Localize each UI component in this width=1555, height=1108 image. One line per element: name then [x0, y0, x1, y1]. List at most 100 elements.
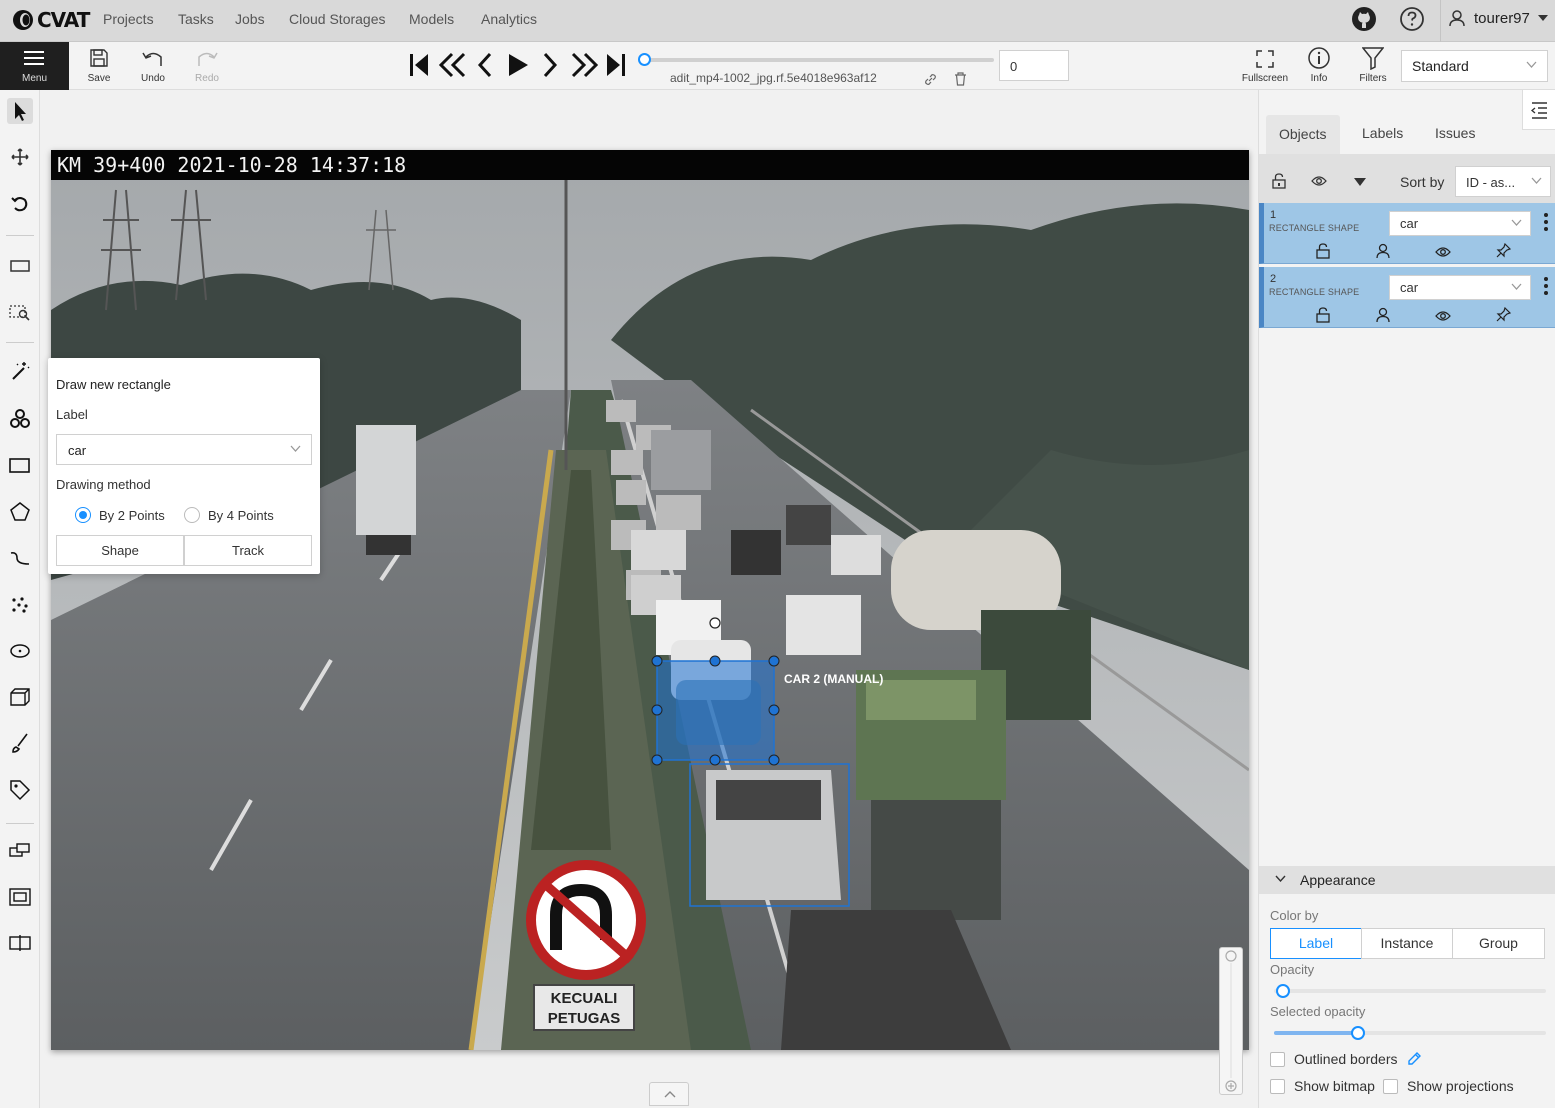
- eye-all-icon[interactable]: [1311, 175, 1327, 187]
- collapse-all-icon[interactable]: [1354, 178, 1366, 186]
- object-card-1[interactable]: 1 RECTANGLE SHAPE car: [1259, 203, 1555, 264]
- draw-rectangle-tool[interactable]: [7, 453, 33, 479]
- occluded-icon[interactable]: [1376, 243, 1390, 259]
- copy-link-icon[interactable]: [924, 73, 937, 86]
- show-projections-label: Show projections: [1407, 1078, 1514, 1094]
- cvat-logo[interactable]: CVAT: [12, 7, 90, 33]
- by-4-points-radio[interactable]: By 4 Points: [184, 507, 274, 523]
- draw-rectangle-popover: Draw new rectangle Label car Drawing met…: [48, 358, 320, 574]
- delete-frame-icon[interactable]: [954, 72, 967, 86]
- draw-mask-tool[interactable]: [7, 730, 33, 756]
- zoom-region-tool[interactable]: [7, 299, 33, 325]
- save-button[interactable]: Save: [74, 42, 124, 90]
- draw-track-button[interactable]: Track: [184, 535, 312, 566]
- eye-icon[interactable]: [1435, 310, 1451, 322]
- tab-objects[interactable]: Objects: [1266, 115, 1340, 154]
- sort-select[interactable]: ID - as...: [1455, 166, 1551, 197]
- info-button[interactable]: Info: [1294, 42, 1344, 90]
- lock-icon[interactable]: [1316, 243, 1330, 259]
- redo-button[interactable]: Redo: [182, 42, 232, 90]
- object-card-2[interactable]: 2 RECTANGLE SHAPE car: [1259, 267, 1555, 328]
- appearance-header[interactable]: Appearance: [1259, 866, 1555, 894]
- zoom-rail[interactable]: [1219, 947, 1243, 1095]
- play-icon[interactable]: [506, 52, 530, 78]
- magic-wand-tool[interactable]: [7, 358, 33, 384]
- fullscreen-label: Fullscreen: [1241, 73, 1289, 84]
- draw-points-tool[interactable]: [7, 592, 33, 618]
- pin-icon[interactable]: [1496, 307, 1511, 322]
- help-icon[interactable]: [1399, 6, 1425, 32]
- object-label-select[interactable]: car: [1389, 211, 1531, 236]
- merge-shapes-tool[interactable]: [7, 838, 33, 864]
- ai-tools[interactable]: [7, 406, 33, 432]
- last-frame-icon[interactable]: [606, 52, 626, 78]
- previous-frame-icon[interactable]: [476, 52, 494, 78]
- merge-icon: [9, 843, 30, 857]
- more-options-icon[interactable]: [1543, 276, 1549, 296]
- draw-polyline-tool[interactable]: [7, 545, 33, 571]
- cursor-tool[interactable]: [7, 98, 33, 124]
- info-icon: [1308, 47, 1330, 69]
- rotation-handle[interactable]: [709, 617, 721, 629]
- first-frame-icon[interactable]: [409, 52, 429, 78]
- setup-tag-tool[interactable]: [7, 777, 33, 803]
- nav-jobs[interactable]: Jobs: [235, 11, 265, 27]
- nav-tasks[interactable]: Tasks: [178, 11, 214, 27]
- color-by-instance-option[interactable]: Instance: [1361, 928, 1453, 959]
- draw-shape-button[interactable]: Shape: [56, 535, 184, 566]
- draw-polygon-tool[interactable]: [7, 499, 33, 525]
- workspace-select[interactable]: Standard: [1401, 50, 1548, 82]
- github-icon[interactable]: [1351, 6, 1377, 32]
- nav-cloud-storages[interactable]: Cloud Storages: [289, 11, 386, 27]
- eye-icon[interactable]: [1435, 246, 1451, 258]
- color-by-label-option[interactable]: Label: [1270, 928, 1362, 959]
- fullscreen-button[interactable]: Fullscreen: [1240, 42, 1290, 90]
- collapse-panel-button[interactable]: [649, 1082, 689, 1106]
- move-tool[interactable]: [7, 144, 33, 170]
- sidebar-toggle-button[interactable]: [1522, 90, 1555, 130]
- tab-labels[interactable]: Labels: [1362, 125, 1403, 141]
- rotate-tool[interactable]: [7, 191, 33, 217]
- objects-sidebar: Objects Labels Issues Sort by ID - as...…: [1258, 90, 1555, 1108]
- nav-analytics[interactable]: Analytics: [481, 11, 537, 27]
- fast-forward-icon[interactable]: [569, 52, 599, 78]
- lock-all-icon[interactable]: [1272, 173, 1286, 189]
- more-options-icon[interactable]: [1543, 212, 1549, 232]
- next-frame-icon[interactable]: [541, 52, 559, 78]
- frame-slider[interactable]: [644, 58, 994, 62]
- opacity-slider-handle[interactable]: [1276, 984, 1290, 998]
- lock-icon[interactable]: [1316, 307, 1330, 323]
- color-picker-icon[interactable]: [1407, 1052, 1421, 1066]
- frame-number-input[interactable]: 0: [999, 50, 1069, 81]
- menu-button[interactable]: Menu: [0, 42, 69, 90]
- draw-ellipse-tool[interactable]: [7, 638, 33, 664]
- opacity-slider[interactable]: [1274, 989, 1546, 993]
- frame-slider-handle[interactable]: [638, 53, 651, 66]
- draw-cuboid-tool[interactable]: [7, 684, 33, 710]
- fast-backward-icon[interactable]: [438, 52, 468, 78]
- tab-issues[interactable]: Issues: [1435, 125, 1475, 141]
- split-icon: [9, 935, 31, 951]
- object-label-select[interactable]: car: [1389, 275, 1531, 300]
- filters-button[interactable]: Filters: [1348, 42, 1398, 90]
- split-track-tool[interactable]: [7, 930, 33, 956]
- outlined-borders-checkbox[interactable]: Outlined borders: [1270, 1051, 1421, 1067]
- group-shapes-tool[interactable]: [7, 884, 33, 910]
- color-by-group-option[interactable]: Group: [1452, 928, 1545, 959]
- label-select[interactable]: car: [56, 434, 312, 465]
- show-bitmap-checkbox[interactable]: Show bitmap: [1270, 1078, 1375, 1094]
- redo-icon: [198, 52, 218, 66]
- selected-opacity-handle[interactable]: [1351, 1026, 1365, 1040]
- user-menu[interactable]: tourer97: [1448, 9, 1548, 27]
- undo-button[interactable]: Undo: [128, 42, 178, 90]
- nav-projects[interactable]: Projects: [103, 11, 154, 27]
- annotation-image[interactable]: KECUALI PETUGAS KM 39+400 2021-10-28 14:…: [51, 150, 1249, 1050]
- show-projections-checkbox[interactable]: Show projections: [1383, 1078, 1514, 1094]
- outlined-borders-label: Outlined borders: [1294, 1051, 1398, 1067]
- by-2-points-radio[interactable]: By 2 Points: [75, 507, 165, 523]
- occluded-icon[interactable]: [1376, 307, 1390, 323]
- chevron-down-icon: [1526, 61, 1537, 68]
- fit-image-tool[interactable]: [7, 253, 33, 279]
- pin-icon[interactable]: [1496, 243, 1511, 258]
- nav-models[interactable]: Models: [409, 11, 454, 27]
